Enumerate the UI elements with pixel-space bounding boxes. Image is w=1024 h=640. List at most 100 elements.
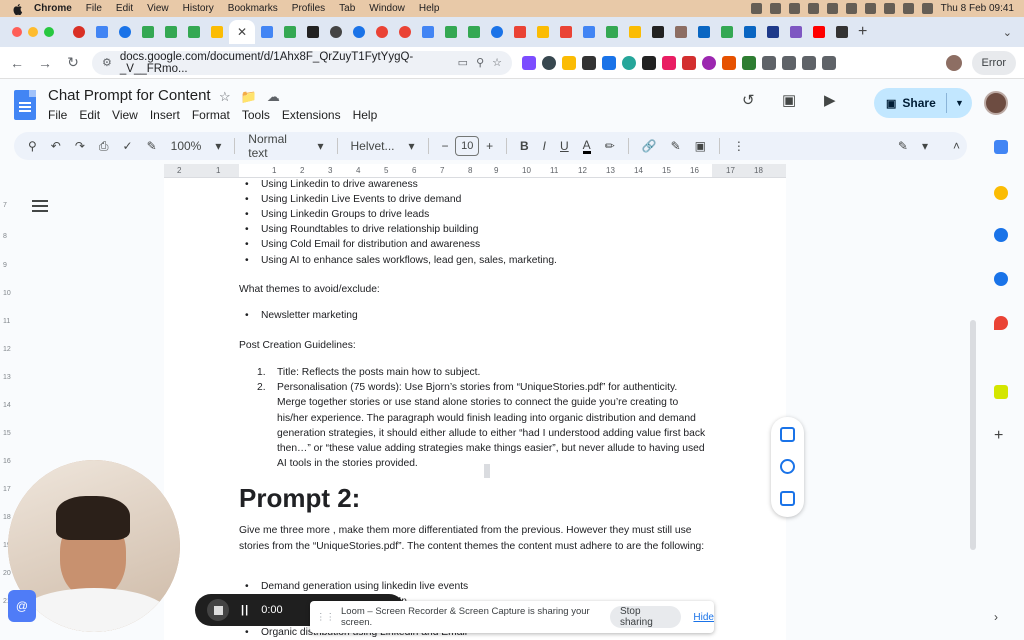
chevron-down-icon[interactable]: ▾ bbox=[215, 139, 221, 153]
highlight-pen-icon[interactable]: ✏ bbox=[605, 139, 615, 153]
browser-tab[interactable] bbox=[325, 20, 347, 44]
download-icon[interactable] bbox=[802, 55, 816, 70]
extensions-puzzle-icon[interactable] bbox=[762, 55, 776, 70]
forward-arrow-icon[interactable]: → bbox=[34, 55, 56, 71]
tasks-icon[interactable] bbox=[994, 228, 1008, 242]
list-item[interactable]: Using Linkedin Groups to drive leads bbox=[245, 209, 731, 220]
back-arrow-icon[interactable]: ← bbox=[6, 55, 28, 71]
extension-icon[interactable] bbox=[702, 55, 716, 70]
suggest-edits-icon[interactable] bbox=[780, 491, 795, 506]
extension-icon[interactable] bbox=[582, 55, 596, 70]
editing-mode-pencil-icon[interactable]: ✎ bbox=[898, 139, 908, 153]
undo-icon[interactable]: ↶ bbox=[51, 139, 61, 153]
browser-tab[interactable] bbox=[371, 20, 393, 44]
bookmark-star-icon[interactable]: ☆ bbox=[492, 56, 502, 69]
menubar-datetime[interactable]: Thu 8 Feb 09:41 bbox=[941, 3, 1014, 14]
move-folder-icon[interactable]: 📁 bbox=[241, 89, 257, 105]
browser-profile-avatar[interactable] bbox=[946, 55, 962, 71]
dropbox-icon[interactable] bbox=[788, 3, 800, 14]
browser-tab[interactable] bbox=[555, 20, 577, 44]
extension-icon[interactable] bbox=[602, 55, 616, 70]
reload-icon[interactable]: ↻ bbox=[62, 54, 84, 71]
minimize-window-button[interactable] bbox=[28, 27, 38, 37]
maps-icon[interactable] bbox=[994, 316, 1008, 330]
stop-recording-button[interactable] bbox=[207, 599, 229, 621]
browser-tab[interactable] bbox=[91, 20, 113, 44]
zoom-window-button[interactable] bbox=[44, 27, 54, 37]
browser-tab[interactable] bbox=[578, 20, 600, 44]
list-item[interactable]: Demand generation using linkedin live ev… bbox=[245, 581, 731, 592]
tab-close-icon[interactable]: ✕ bbox=[237, 25, 247, 39]
add-comment-icon[interactable] bbox=[780, 427, 795, 442]
extension-icon[interactable] bbox=[662, 55, 676, 70]
browser-tab[interactable] bbox=[739, 20, 761, 44]
battery-icon[interactable] bbox=[864, 3, 876, 14]
browser-tab[interactable] bbox=[693, 20, 715, 44]
add-app-icon[interactable]: + bbox=[994, 428, 1008, 444]
chevron-down-icon[interactable]: ▾ bbox=[922, 139, 928, 153]
hide-menus-chevron-up-icon[interactable]: ˄ bbox=[953, 139, 960, 153]
chevron-down-icon[interactable]: ▾ bbox=[409, 139, 415, 153]
menubar-file[interactable]: File bbox=[86, 3, 102, 14]
menubar-view[interactable]: View bbox=[147, 3, 169, 14]
browser-tab-active[interactable]: ✕ bbox=[229, 20, 255, 44]
avoid-heading[interactable]: What themes to avoid/exclude: bbox=[239, 282, 719, 298]
search-menus-icon[interactable]: ⚲ bbox=[28, 139, 37, 153]
share-dropdown-chevron-icon[interactable]: ▼ bbox=[955, 98, 964, 108]
browser-tab[interactable] bbox=[463, 20, 485, 44]
docs-menu-insert[interactable]: Insert bbox=[150, 108, 180, 122]
tab-search-chevron-icon[interactable]: ⌄ bbox=[1003, 26, 1012, 39]
paragraph-style-select[interactable]: Normal text bbox=[248, 132, 303, 160]
menubar-history[interactable]: History bbox=[183, 3, 214, 14]
extension-icon[interactable] bbox=[542, 55, 556, 70]
show-side-panel-chevron-icon[interactable]: › bbox=[994, 610, 1008, 624]
docs-menu-extensions[interactable]: Extensions bbox=[282, 108, 341, 122]
browser-tab[interactable] bbox=[206, 20, 228, 44]
url-text[interactable]: docs.google.com/document/d/1Ahx8F_QrZuyT… bbox=[120, 51, 450, 75]
text-color-button[interactable]: A bbox=[582, 139, 591, 154]
extension-icon[interactable] bbox=[642, 55, 656, 70]
bluetooth-icon[interactable] bbox=[845, 3, 857, 14]
star-icon[interactable]: ☆ bbox=[219, 89, 231, 105]
redo-icon[interactable]: ↷ bbox=[75, 139, 85, 153]
side-panel-icon[interactable] bbox=[822, 55, 836, 70]
docs-menu-help[interactable]: Help bbox=[353, 108, 378, 122]
cloud-saved-icon[interactable]: ☁ bbox=[267, 89, 280, 105]
stop-sharing-button[interactable]: Stop sharing bbox=[609, 606, 682, 628]
docs-menu-tools[interactable]: Tools bbox=[242, 108, 270, 122]
browser-tab[interactable] bbox=[137, 20, 159, 44]
browser-tab[interactable] bbox=[160, 20, 182, 44]
new-tab-icon[interactable]: + bbox=[858, 23, 867, 41]
browser-tab[interactable] bbox=[302, 20, 324, 44]
notion-icon[interactable] bbox=[750, 3, 762, 14]
list-item[interactable]: Using Linkedin Live Events to drive dema… bbox=[245, 194, 731, 205]
insert-link-icon[interactable]: 🔗 bbox=[642, 139, 657, 153]
close-window-button[interactable] bbox=[12, 27, 22, 37]
browser-tab[interactable] bbox=[808, 20, 830, 44]
control-center-icon[interactable] bbox=[921, 3, 933, 14]
browser-tab[interactable] bbox=[279, 20, 301, 44]
document-scrollbar[interactable] bbox=[970, 320, 976, 550]
bold-button[interactable]: B bbox=[520, 139, 529, 153]
numbered-item[interactable]: 2. Personalisation (75 words): Use Bjorn… bbox=[257, 380, 707, 472]
google-docs-logo-icon[interactable] bbox=[14, 90, 36, 120]
document-page[interactable]: Using Linkedin to drive awareness Using … bbox=[164, 178, 786, 640]
browser-tab[interactable] bbox=[114, 20, 136, 44]
list-item[interactable]: Using AI to enhance sales workflows, lea… bbox=[245, 255, 731, 266]
browser-tab[interactable] bbox=[647, 20, 669, 44]
menubar-profiles[interactable]: Profiles bbox=[292, 3, 325, 14]
docs-menu-format[interactable]: Format bbox=[192, 108, 230, 122]
zoom-icon[interactable]: ⚲ bbox=[476, 56, 484, 69]
horizontal-ruler[interactable]: 2 1 1 2 3 4 5 6 7 8 9 10 11 12 13 14 15 … bbox=[164, 164, 786, 178]
prompt-2-paragraph[interactable]: Give me three more , make them more diff… bbox=[239, 523, 719, 555]
gmail-icon[interactable] bbox=[769, 3, 781, 14]
list-item[interactable]: Newsletter marketing bbox=[245, 310, 731, 321]
search-icon[interactable] bbox=[902, 3, 914, 14]
browser-tab[interactable] bbox=[68, 20, 90, 44]
site-info-icon[interactable]: ⚙ bbox=[102, 56, 112, 69]
browser-tab[interactable] bbox=[486, 20, 508, 44]
install-app-icon[interactable]: ▭ bbox=[458, 56, 468, 69]
extension-icon[interactable] bbox=[682, 55, 696, 70]
reading-list-icon[interactable] bbox=[782, 55, 796, 70]
more-options-icon[interactable]: ⋮ bbox=[733, 139, 745, 153]
